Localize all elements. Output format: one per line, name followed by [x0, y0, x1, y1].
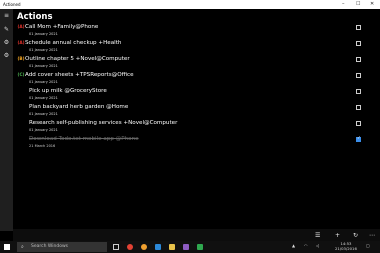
gear-icon[interactable]: ⚙	[3, 39, 10, 46]
task-row[interactable]: Plan backyard herb garden @Home 01 Janua…	[17, 104, 367, 120]
maximize-icon[interactable]: ☐	[356, 1, 360, 7]
priority-badge: (C)	[17, 72, 25, 77]
task-checkbox[interactable]	[356, 121, 361, 126]
task-checkbox[interactable]	[356, 57, 361, 62]
windows-start-icon[interactable]	[4, 244, 10, 250]
file-explorer-icon[interactable]	[169, 244, 175, 250]
task-row[interactable]: (B) Outline chapter 5 +Novel@Computer 01…	[17, 56, 367, 72]
chrome-icon[interactable]	[127, 244, 133, 250]
task-date: 01 January 2021	[29, 96, 58, 100]
priority-badge: (B)	[17, 56, 25, 61]
task-list: (A) Call Mom +Family@Phone 01 January 20…	[17, 24, 367, 152]
hamburger-icon[interactable]: ≡	[3, 12, 10, 19]
task-text: Schedule annual checkup +Health	[25, 40, 122, 46]
title-bar: Actioned – ☐ ✕	[0, 0, 380, 9]
task-text: Plan backyard herb garden @Home	[29, 104, 129, 110]
task-text: Download Todo.txt mobile app @Phone	[29, 136, 139, 142]
more-icon[interactable]: ⋯	[369, 232, 375, 239]
firefox-icon[interactable]	[141, 244, 147, 250]
priority-badge: (A)	[17, 24, 25, 29]
task-text: Call Mom +Family@Phone	[25, 24, 99, 30]
pencil-icon[interactable]: ✎	[3, 26, 10, 33]
filter-list-icon[interactable]: ☰	[315, 232, 320, 239]
edge-icon[interactable]	[155, 244, 161, 250]
task-checkbox[interactable]	[356, 41, 361, 46]
task-row[interactable]: Research self-publishing services +Novel…	[17, 120, 367, 136]
notifications-icon[interactable]: ▢	[366, 243, 370, 248]
side-rail: ≡ ✎ ⚙ ⚙	[0, 9, 13, 231]
actioned-app-icon[interactable]	[197, 244, 203, 250]
task-date: 01 January 2021	[29, 112, 58, 116]
visual-studio-icon[interactable]	[183, 244, 189, 250]
task-text: Add cover sheets +TPSReports@Office	[25, 72, 134, 78]
task-row[interactable]: (A) Call Mom +Family@Phone 01 January 20…	[17, 24, 367, 40]
minimize-icon[interactable]: –	[342, 1, 345, 7]
refresh-icon[interactable]: ↻	[353, 232, 358, 239]
task-text: Pick up milk @GroceryStore	[29, 88, 107, 94]
task-date: 21 March 2016	[29, 144, 56, 148]
network-icon[interactable]: ▲	[292, 243, 295, 248]
task-row[interactable]: Pick up milk @GroceryStore 01 January 20…	[17, 88, 367, 104]
task-date: 01 January 2021	[29, 128, 58, 132]
priority-badge: (A)	[17, 40, 25, 45]
task-checkbox-checked[interactable]	[356, 136, 361, 142]
wifi-icon[interactable]: ◠	[304, 243, 308, 248]
task-checkbox[interactable]	[356, 105, 361, 110]
search-box[interactable]: ⌕ Search Windows	[17, 242, 107, 252]
task-date: 01 January 2021	[29, 48, 58, 52]
page-title: Actions	[17, 12, 53, 22]
app-bar: ☰ + ↻ ⋯	[13, 229, 380, 241]
task-date: 01 January 2021	[29, 80, 58, 84]
task-text: Outline chapter 5 +Novel@Computer	[25, 56, 130, 62]
task-checkbox[interactable]	[356, 25, 361, 30]
task-checkbox[interactable]	[356, 73, 361, 78]
search-placeholder: Search Windows	[31, 244, 68, 249]
close-icon[interactable]: ✕	[370, 1, 374, 7]
task-view-icon[interactable]	[113, 244, 119, 250]
task-date: 01 January 2021	[29, 32, 58, 36]
task-row[interactable]: (A) Schedule annual checkup +Health 01 J…	[17, 40, 367, 56]
search-icon: ⌕	[21, 244, 24, 250]
task-date: 01 January 2021	[29, 64, 58, 68]
clock-date: 21/03/2016	[335, 245, 357, 251]
system-clock[interactable]: 14:53 21/03/2016	[335, 241, 357, 251]
gear-icon[interactable]: ⚙	[3, 52, 10, 59]
window-title: Actioned	[3, 2, 21, 7]
windows-taskbar: ⌕ Search Windows ▲ ◠ ◁ 14:53 21/03/2016 …	[0, 241, 380, 253]
task-checkbox[interactable]	[356, 89, 361, 94]
task-row-completed[interactable]: Download Todo.txt mobile app @Phone 21 M…	[17, 136, 367, 152]
plus-icon[interactable]: +	[335, 232, 340, 239]
volume-icon[interactable]: ◁	[316, 243, 319, 248]
task-row[interactable]: (C) Add cover sheets +TPSReports@Office …	[17, 72, 367, 88]
task-text: Research self-publishing services +Novel…	[29, 120, 178, 126]
